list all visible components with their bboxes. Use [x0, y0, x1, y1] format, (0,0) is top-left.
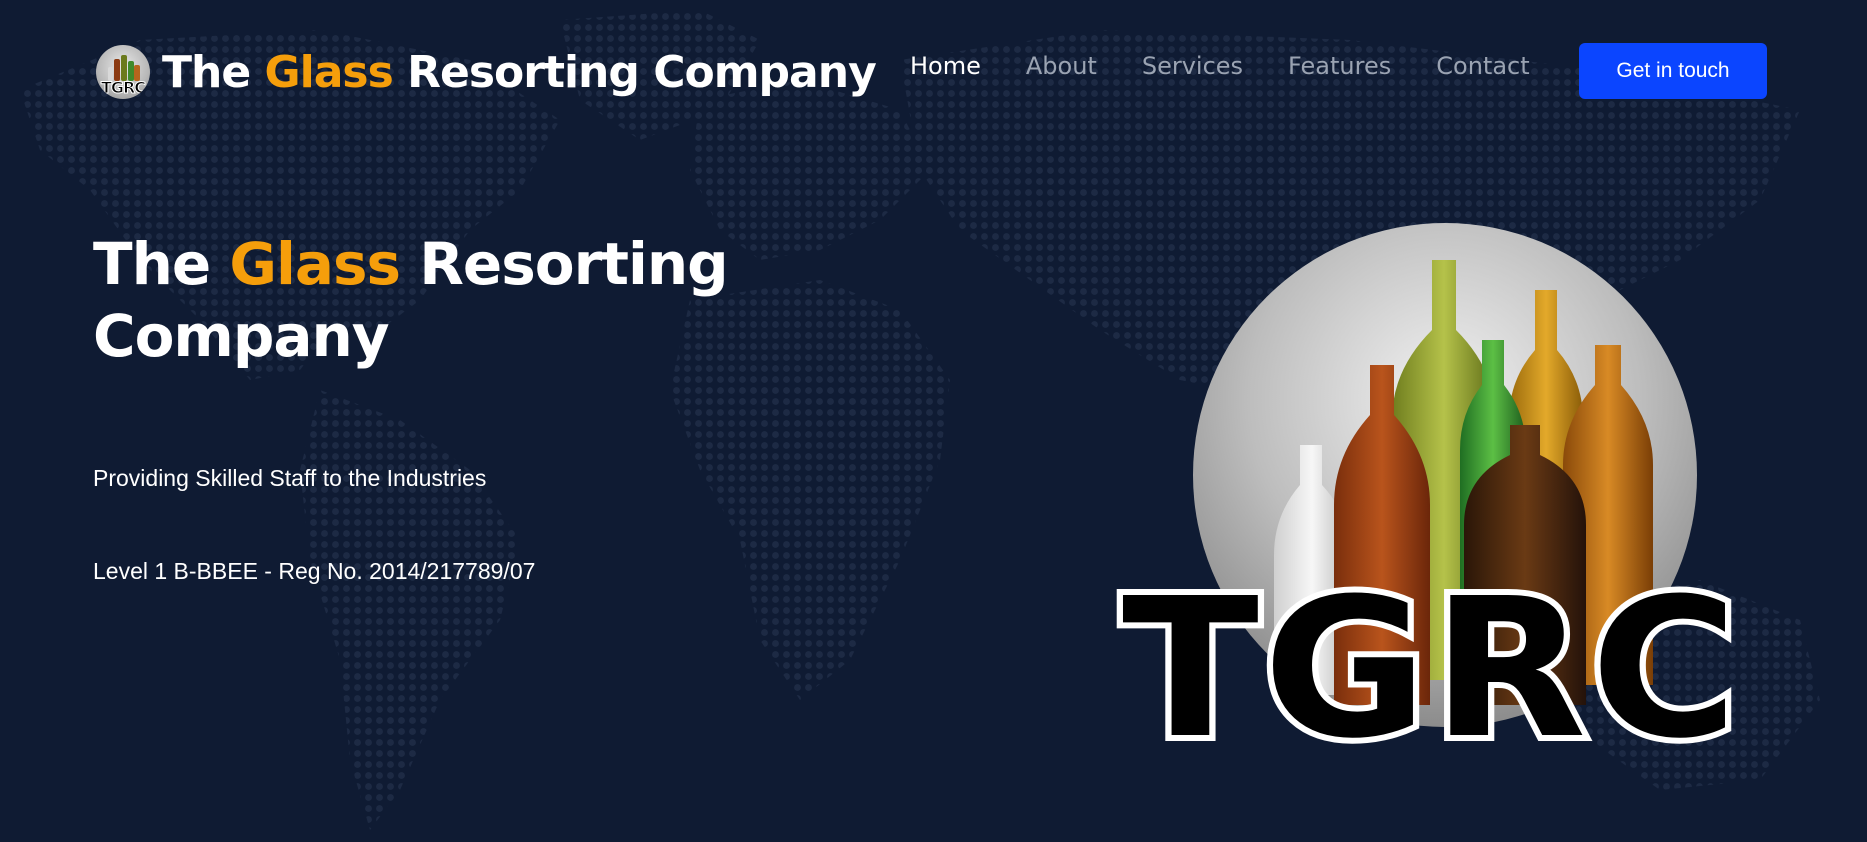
tgrc-logo-image: TGRC — [1116, 223, 1744, 760]
nav-home[interactable]: Home — [910, 52, 981, 80]
tgrc-logo-text: TGRC — [1122, 558, 1742, 760]
nav-contact[interactable]: Contact — [1436, 52, 1529, 80]
brand-title-accent: Glass — [264, 46, 394, 98]
get-in-touch-button[interactable]: Get in touch — [1579, 43, 1767, 99]
hero-title-accent: Glass — [229, 230, 401, 298]
nav-about[interactable]: About — [1026, 52, 1097, 80]
hero-title-pre: The — [93, 230, 230, 298]
brand-logo-text: TGRC — [100, 78, 146, 98]
brand-logo-icon: TGRC — [96, 45, 150, 99]
registration-text: Level 1 B-BBEE - Reg No. 2014/217789/07 — [93, 558, 536, 584]
hero-title: The Glass Resorting Company — [93, 228, 813, 372]
brand-title: The Glass Resorting Company — [162, 46, 877, 98]
brand[interactable]: TGRC The Glass Resorting Company — [96, 44, 877, 100]
nav-services[interactable]: Services — [1142, 52, 1243, 80]
brand-title-pre: The — [162, 46, 265, 98]
site-header: TGRC The Glass Resorting Company Home Ab… — [0, 0, 1867, 140]
main-nav: Home About Services Features Contact — [910, 52, 1575, 80]
brand-title-post: Resorting Company — [392, 46, 877, 98]
nav-features[interactable]: Features — [1288, 52, 1391, 80]
hero-subtitle: Providing Skilled Staff to the Industrie… — [93, 465, 487, 491]
